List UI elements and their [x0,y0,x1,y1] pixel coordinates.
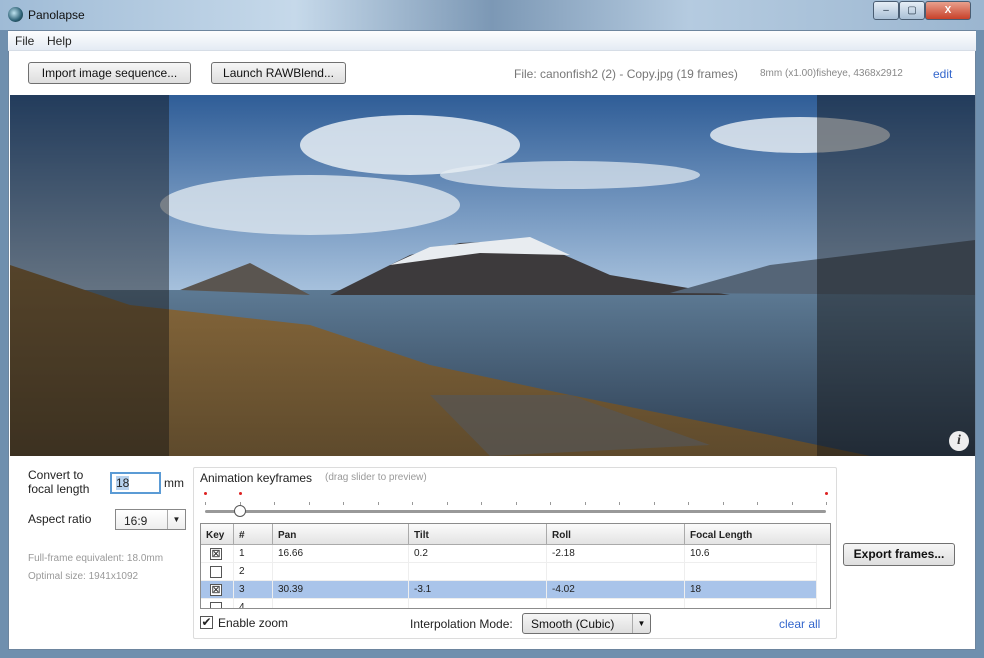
timeline-tick [619,502,620,505]
timeline-tick [550,502,551,505]
keyframe-checkbox[interactable]: ⊠ [210,548,222,560]
col-tilt[interactable]: Tilt [409,524,547,545]
aspect-ratio-label: Aspect ratio [28,512,92,526]
menu-help[interactable]: Help [47,34,72,48]
cell-tilt[interactable] [409,599,547,608]
interpolation-label: Interpolation Mode: [410,617,513,631]
col-number[interactable]: # [234,524,273,545]
keyframe-checkbox[interactable] [210,602,222,608]
menu-bar [8,31,976,51]
focal-unit: mm [164,476,184,490]
launch-rawblend-button[interactable]: Launch RAWBlend... [211,62,346,84]
cell-roll[interactable]: -4.02 [547,581,685,599]
table-row[interactable]: ⊠ 3 30.39 -3.1 -4.02 18 [201,581,817,599]
keyframe-checkbox[interactable]: ⊠ [210,584,222,596]
crop-mask-right [817,95,975,456]
timeline-tick [688,502,689,505]
table-row[interactable]: 2 [201,563,817,581]
col-focal-length[interactable]: Focal Length [685,524,830,545]
timeline-tick [378,502,379,505]
col-key[interactable]: Key [201,524,234,545]
cell-tilt[interactable] [409,563,547,581]
table-row[interactable]: ⊠ 1 16.66 0.2 -2.18 10.6 [201,545,817,563]
focal-label-line2: focal length [28,482,90,496]
focal-value: 18 [116,476,130,490]
cell-number: 2 [234,563,273,581]
keyframes-hint: (drag slider to preview) [325,472,427,483]
edit-lens-link[interactable]: edit [933,67,952,81]
keyframe-marker [204,492,207,495]
col-pan[interactable]: Pan [273,524,409,545]
cell-pan[interactable]: 16.66 [273,545,409,563]
cell-tilt[interactable]: 0.2 [409,545,547,563]
timeline-tick [585,502,586,505]
cell-pan[interactable] [273,599,409,608]
timeline-tick [723,502,724,505]
enable-zoom-label: Enable zoom [218,616,289,630]
timeline-tick [412,502,413,505]
optimal-size: Optimal size: 1941x1092 [28,571,139,582]
aspect-value: 16:9 [124,514,148,528]
cell-pan[interactable] [273,563,409,581]
app-icon [8,7,23,22]
focal-length-input[interactable]: 18 [110,472,161,494]
close-button[interactable]: X [925,1,971,20]
aspect-ratio-select[interactable]: 16:9 ▼ [115,509,186,530]
timeline-tick [343,502,344,505]
cell-focal-length[interactable]: 10.6 [685,545,817,563]
full-frame-equivalent: Full-frame equivalent: 18.0mm [28,553,164,564]
col-roll[interactable]: Roll [547,524,685,545]
cell-number: 4 [234,599,273,608]
file-info: File: canonfish2 (2) - Copy.jpg (19 fram… [514,67,738,81]
keyframe-marker [239,492,242,495]
cell-roll[interactable] [547,563,685,581]
info-icon[interactable]: i [949,431,969,451]
maximize-button[interactable]: ▢ [899,1,925,20]
timeline-tick [274,502,275,505]
enable-zoom-checkbox[interactable]: ✔ [200,616,213,629]
chevron-down-icon: ▼ [632,614,650,633]
timeline-slider-track[interactable] [205,510,826,513]
table-row[interactable]: 4 [201,599,817,608]
cell-number: 1 [234,545,273,563]
focal-label-line1: Convert to [28,468,84,482]
timeline-tick [516,502,517,505]
keyframes-title: Animation keyframes [200,471,313,485]
interpolation-value: Smooth (Cubic) [531,617,615,631]
export-frames-button[interactable]: Export frames... [843,543,955,566]
menu-file[interactable]: File [15,34,34,48]
panorama-preview[interactable]: i [10,95,975,456]
keyframe-checkbox[interactable] [210,566,222,578]
timeline-tick [654,502,655,505]
minimize-button[interactable]: – [873,1,899,20]
cell-pan[interactable]: 30.39 [273,581,409,599]
title-bar [0,0,984,30]
cell-focal-length[interactable]: 18 [685,581,817,599]
timeline-tick [205,502,206,505]
keyframe-marker [825,492,828,495]
timeline-tick [826,502,827,505]
timeline-tick [481,502,482,505]
cell-tilt[interactable]: -3.1 [409,581,547,599]
timeline-tick [309,502,310,505]
chevron-down-icon: ▼ [167,510,185,529]
cell-focal-length[interactable] [685,563,817,581]
timeline-tick [792,502,793,505]
focal-length-label: Convert to focal length [28,468,89,496]
lens-info: 8mm (x1.00)fisheye, 4368x2912 [760,68,903,79]
timeline-tick [757,502,758,505]
timeline-tick [447,502,448,505]
window-title: Panolapse [28,8,85,22]
clear-all-link[interactable]: clear all [779,617,820,631]
timeline-slider-handle[interactable] [234,505,246,517]
cell-focal-length[interactable] [685,599,817,608]
cell-roll[interactable]: -2.18 [547,545,685,563]
cell-number: 3 [234,581,273,599]
keyframes-table: Key # Pan Tilt Roll Focal Length ⊠ 1 16.… [200,523,831,609]
import-sequence-button[interactable]: Import image sequence... [28,62,191,84]
crop-mask-left [10,95,169,456]
cell-roll[interactable] [547,599,685,608]
interpolation-select[interactable]: Smooth (Cubic) ▼ [522,613,651,634]
